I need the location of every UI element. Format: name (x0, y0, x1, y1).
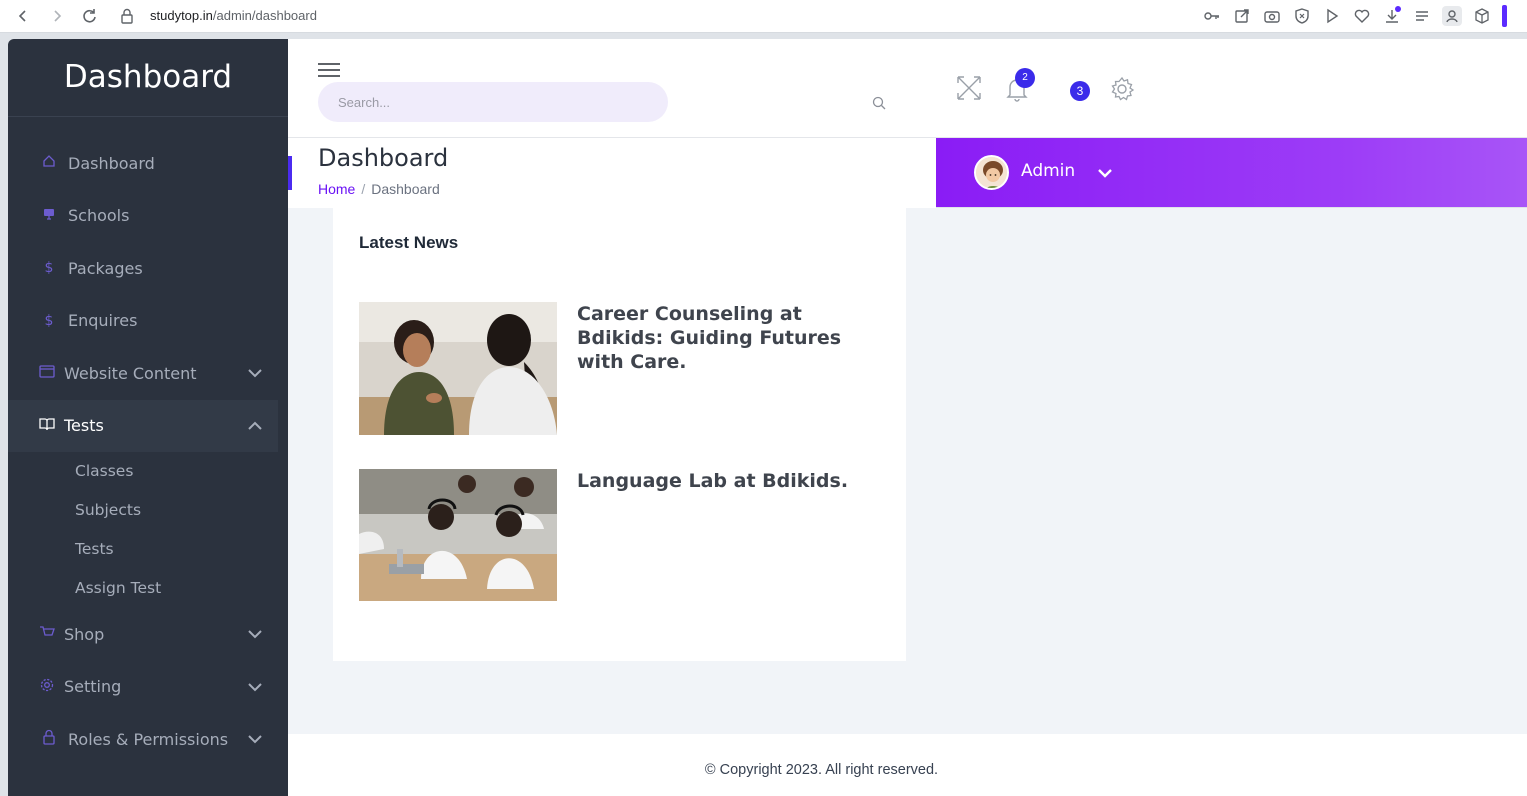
address-bar[interactable]: studytop.in/admin/dashboard (150, 8, 317, 23)
sidebar-item-roles-permissions[interactable]: Roles & Permissions (8, 713, 288, 766)
key-icon[interactable] (1202, 6, 1222, 26)
page-header: Dashboard Home / Dashboard (288, 138, 936, 208)
main-content: Latest News Career Counseling at Bdikids… (288, 208, 1527, 734)
chevron-up-icon[interactable] (246, 417, 264, 435)
chevron-down-icon[interactable] (246, 730, 264, 748)
sidebar: Dashboard Dashboard Schools $ Packages $… (8, 39, 288, 796)
menu-toggle-icon[interactable] (318, 63, 340, 79)
sidebar-item-website-content[interactable]: Website Content (8, 347, 288, 400)
search-icon[interactable] (871, 95, 887, 111)
profile-icon[interactable] (1442, 6, 1462, 26)
sidebar-item-label: Schools (68, 206, 130, 226)
sidebar-accent (1502, 5, 1507, 27)
sidebar-item-schools[interactable]: Schools (8, 190, 288, 243)
download-icon[interactable] (1382, 6, 1402, 26)
news-thumbnail[interactable] (359, 302, 557, 435)
submenu-item-subjects[interactable]: Subjects (8, 491, 288, 530)
sidebar-item-shop[interactable]: Shop (8, 608, 288, 661)
fullscreen-icon[interactable] (956, 75, 982, 101)
news-title[interactable]: Language Lab at Bdikids. (577, 469, 887, 493)
sidebar-item-label: Dashboard (68, 153, 155, 173)
sidebar-item-setting[interactable]: Setting (8, 661, 288, 714)
url-host: studytop.in (150, 8, 213, 23)
sidebar-item-tests[interactable]: Tests (8, 399, 278, 452)
card-title: Latest News (359, 233, 459, 252)
submenu-item-tests[interactable]: Tests (8, 530, 288, 569)
sidebar-item-label: Packages (68, 258, 143, 278)
play-icon[interactable] (1322, 6, 1342, 26)
back-icon[interactable] (12, 6, 34, 26)
page-title: Dashboard (318, 144, 449, 172)
user-name[interactable]: Admin (1021, 161, 1075, 181)
submenu-item-assign-test[interactable]: Assign Test (8, 569, 288, 608)
notification-count-badge: 2 (1015, 68, 1035, 88)
sidebar-brand-title: Dashboard (8, 39, 288, 117)
sidebar-item-label: Setting (64, 677, 122, 697)
breadcrumb-separator: / (361, 181, 366, 197)
reload-icon[interactable] (79, 6, 101, 26)
breadcrumb-home-link[interactable]: Home (318, 181, 355, 197)
forward-icon[interactable] (46, 6, 68, 26)
calendar-icon (38, 364, 56, 382)
lock-icon[interactable] (118, 6, 136, 26)
shield-icon[interactable] (1292, 6, 1312, 26)
lock-icon (38, 729, 60, 749)
breadcrumb-current: Dashboard (371, 181, 440, 197)
url-path: /admin/dashboard (212, 8, 317, 23)
footer: © Copyright 2023. All right reserved. (288, 734, 1527, 796)
share-icon[interactable] (1232, 6, 1252, 26)
message-count-badge[interactable]: 3 (1070, 81, 1090, 101)
copyright-text: © Copyright 2023. All right reserved. (704, 762, 939, 778)
breadcrumb: Home / Dashboard (318, 181, 440, 197)
gear-icon[interactable] (1108, 75, 1136, 103)
gear-icon (38, 677, 56, 697)
chevron-down-icon[interactable] (246, 678, 264, 696)
search-input[interactable] (318, 82, 668, 122)
chevron-down-icon[interactable] (246, 625, 264, 643)
page-header-accent (288, 156, 292, 190)
home-icon (38, 154, 60, 172)
sidebar-menu: Dashboard Schools $ Packages $ Enquires … (8, 117, 288, 766)
submenu-item-classes[interactable]: Classes (8, 452, 288, 491)
monitor-icon (38, 207, 60, 225)
top-header: 2 3 (288, 39, 1527, 138)
sidebar-item-label: Shop (64, 624, 105, 644)
chevron-down-icon[interactable] (246, 364, 264, 382)
browser-toolbar: studytop.in/admin/dashboard (0, 0, 1527, 33)
heart-icon[interactable] (1352, 6, 1372, 26)
sidebar-item-dashboard[interactable]: Dashboard (8, 137, 288, 190)
cart-icon (38, 625, 56, 643)
sidebar-item-label: Enquires (68, 311, 138, 331)
extension-icons (1202, 5, 1507, 27)
user-menu-bar: Admin (936, 138, 1527, 207)
sidebar-item-label: Website Content (64, 363, 197, 383)
dollar-icon: $ (44, 312, 54, 329)
tests-submenu: Classes Subjects Tests Assign Test (8, 452, 288, 608)
avatar[interactable] (974, 155, 1009, 190)
camera-icon[interactable] (1262, 6, 1282, 26)
sidebar-item-enquires[interactable]: $ Enquires (8, 295, 288, 348)
book-icon (38, 417, 56, 435)
latest-news-card: Latest News Career Counseling at Bdikids… (333, 208, 906, 661)
news-thumbnail[interactable] (359, 469, 557, 601)
queue-icon[interactable] (1412, 6, 1432, 26)
sidebar-item-packages[interactable]: $ Packages (8, 242, 288, 295)
sidebar-item-label: Roles & Permissions (68, 729, 229, 749)
news-title[interactable]: Career Counseling at Bdikids: Guiding Fu… (577, 302, 887, 374)
sidebar-item-label: Tests (64, 416, 104, 436)
extensions-cube-icon[interactable] (1472, 6, 1492, 26)
dollar-icon: $ (44, 260, 54, 277)
chevron-down-icon[interactable] (1096, 164, 1114, 182)
